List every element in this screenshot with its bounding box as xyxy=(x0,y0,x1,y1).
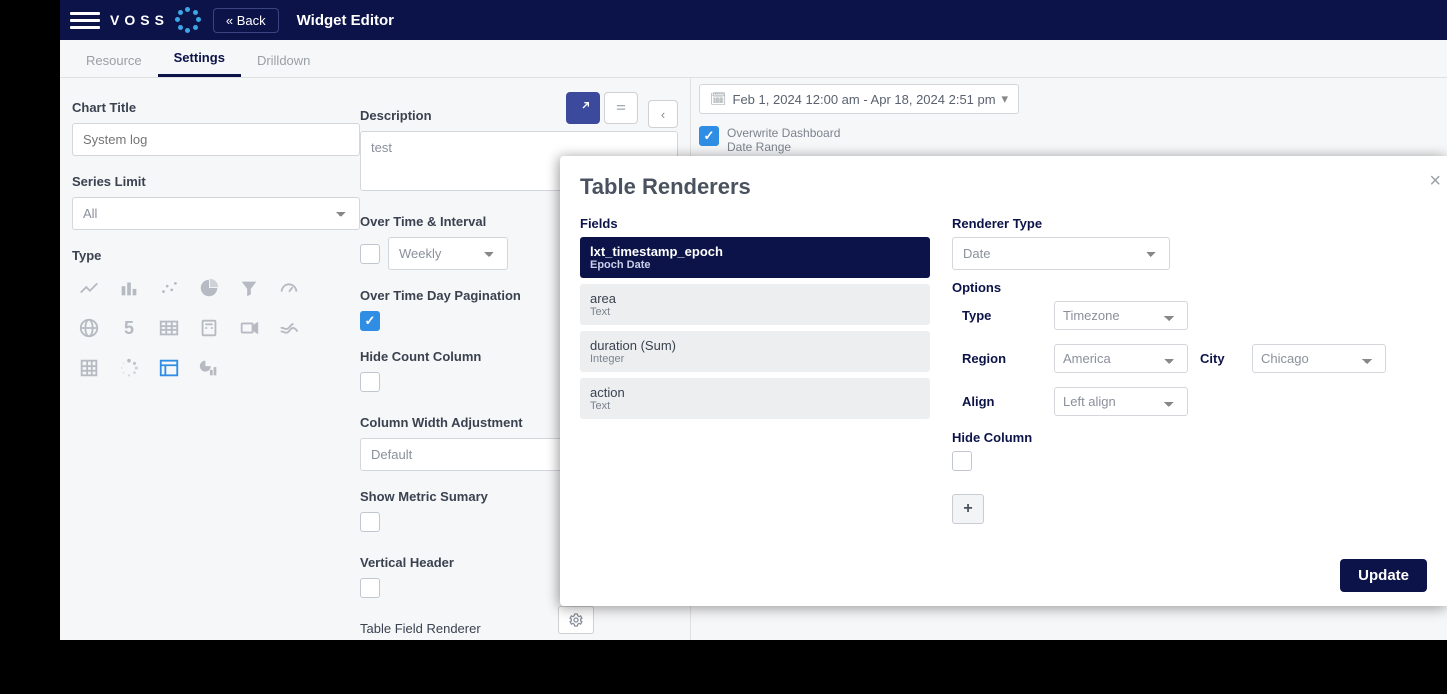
expand-button[interactable] xyxy=(566,92,600,124)
over-time-day-checkbox[interactable] xyxy=(360,311,380,331)
type-grid-icon[interactable] xyxy=(72,351,106,385)
fields-list: lxt_timestamp_epoch Epoch Date area Text… xyxy=(580,237,930,419)
opt-align-select[interactable]: Left align xyxy=(1054,387,1188,416)
type-pie-icon[interactable] xyxy=(192,271,226,305)
type-media-icon[interactable] xyxy=(232,311,266,345)
series-limit-label: Series Limit xyxy=(72,174,360,189)
type-bar-icon[interactable] xyxy=(112,271,146,305)
plus-icon: + xyxy=(963,500,972,518)
update-button[interactable]: Update xyxy=(1340,559,1427,592)
tab-settings[interactable]: Settings xyxy=(158,50,241,77)
options-label: Options xyxy=(952,280,1427,295)
gear-icon xyxy=(568,612,584,628)
lines-icon xyxy=(614,101,628,115)
field-item[interactable]: area Text xyxy=(580,284,930,325)
date-range-value: Feb 1, 2024 12:00 am - Apr 18, 2024 2:51… xyxy=(733,92,996,107)
modal-title: Table Renderers xyxy=(580,174,1427,200)
opt-type-label: Type xyxy=(962,308,1042,323)
menu-icon[interactable] xyxy=(70,12,100,29)
type-grid: 5 xyxy=(72,271,332,385)
over-time-checkbox[interactable] xyxy=(360,244,380,264)
series-limit-select[interactable]: All xyxy=(72,197,360,230)
hide-col-checkbox[interactable] xyxy=(952,451,972,471)
expand-icon xyxy=(575,100,591,116)
show-metric-checkbox[interactable] xyxy=(360,512,380,532)
overwrite-date-checkbox[interactable] xyxy=(699,126,719,146)
fields-label: Fields xyxy=(580,216,930,231)
add-option-button[interactable]: + xyxy=(952,494,984,524)
type-gauge-icon[interactable] xyxy=(272,271,306,305)
close-icon: × xyxy=(1429,170,1441,192)
opt-region-select[interactable]: America xyxy=(1054,344,1188,373)
opt-type-select[interactable]: Timezone xyxy=(1054,301,1188,330)
field-item[interactable]: duration (Sum) Integer xyxy=(580,331,930,372)
type-label: Type xyxy=(72,248,360,263)
type-calc-icon[interactable] xyxy=(192,311,226,345)
opt-align-label: Align xyxy=(962,394,1042,409)
calendar-icon: 🗓 xyxy=(710,91,727,107)
type-loading-icon[interactable] xyxy=(112,351,146,385)
field-item[interactable]: lxt_timestamp_epoch Epoch Date xyxy=(580,237,930,278)
overwrite-date-label: Overwrite Dashboard Date Range xyxy=(727,126,840,154)
type-line-icon[interactable] xyxy=(72,271,106,305)
tabs: Resource Settings Drilldown xyxy=(60,40,1447,78)
logo-swirl-icon xyxy=(175,7,201,33)
table-field-renderer-label: Table Field Renderer xyxy=(360,621,678,636)
table-renderers-modal: Table Renderers × Fields lxt_timestamp_e… xyxy=(560,156,1447,606)
hide-col-label: Hide Column xyxy=(952,430,1427,445)
type-number-icon[interactable]: 5 xyxy=(112,311,146,345)
type-table-icon[interactable] xyxy=(152,311,186,345)
type-funnel-icon[interactable] xyxy=(232,271,266,305)
hide-count-checkbox[interactable] xyxy=(360,372,380,392)
field-item[interactable]: action Text xyxy=(580,378,930,419)
chart-title-input[interactable] xyxy=(72,123,360,156)
topbar: VOSS « Back Widget Editor xyxy=(60,0,1447,40)
type-trend-icon[interactable] xyxy=(272,311,306,345)
tab-resource[interactable]: Resource xyxy=(70,53,158,77)
date-range-picker[interactable]: 🗓 Feb 1, 2024 12:00 am - Apr 18, 2024 2:… xyxy=(699,84,1019,114)
chart-title-label: Chart Title xyxy=(72,100,360,115)
logo: VOSS xyxy=(110,7,201,33)
tab-drilldown[interactable]: Drilldown xyxy=(241,53,326,77)
renderer-type-label: Renderer Type xyxy=(952,216,1427,231)
secondary-action-button[interactable] xyxy=(604,92,638,124)
type-datatable-icon[interactable] xyxy=(152,351,186,385)
renderer-type-select[interactable]: Date xyxy=(952,237,1170,270)
opt-city-select[interactable]: Chicago xyxy=(1252,344,1386,373)
type-scatter-icon[interactable] xyxy=(152,271,186,305)
type-piebar-icon[interactable] xyxy=(192,351,226,385)
vertical-header-checkbox[interactable] xyxy=(360,578,380,598)
logo-text: VOSS xyxy=(110,12,169,28)
modal-close-button[interactable]: × xyxy=(1429,170,1441,193)
settings-gear-button[interactable] xyxy=(558,606,594,634)
over-time-interval-select[interactable]: Weekly xyxy=(388,237,508,270)
chevron-down-icon: ▾ xyxy=(1001,91,1008,107)
opt-region-label: Region xyxy=(962,351,1042,366)
type-globe-icon[interactable] xyxy=(72,311,106,345)
opt-city-label: City xyxy=(1200,351,1240,366)
page-title: Widget Editor xyxy=(297,12,394,29)
back-button[interactable]: « Back xyxy=(213,8,279,33)
